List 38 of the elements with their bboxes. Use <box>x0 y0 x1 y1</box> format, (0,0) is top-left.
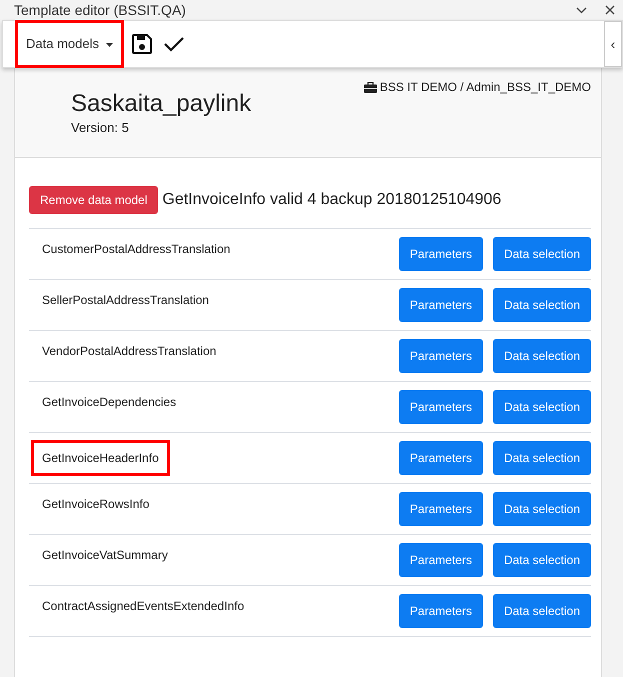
close-icon[interactable] <box>605 5 615 15</box>
parameters-button[interactable]: Parameters <box>398 288 483 322</box>
data-selection-button[interactable]: Data selection <box>492 237 591 271</box>
version-label: Version: 5 <box>71 119 130 137</box>
data-source-name: GetInvoiceVatSummary <box>41 547 169 564</box>
parameters-button[interactable]: Parameters <box>398 339 483 373</box>
data-source-name: ContractAssignedEventsExtendedInfo <box>41 598 246 615</box>
collapse-button[interactable]: ‹ <box>604 21 622 67</box>
data-source-name: VendorPostalAddressTranslation <box>41 343 218 360</box>
remove-data-model-button[interactable]: Remove data model <box>29 186 158 214</box>
parameters-button[interactable]: Parameters <box>398 543 483 577</box>
data-source-name: GetInvoiceRowsInfo <box>41 496 150 513</box>
parameters-button[interactable]: Parameters <box>398 390 483 424</box>
data-source-name: GetInvoiceDependencies <box>41 394 178 411</box>
caret-icon <box>106 42 113 47</box>
save-icon[interactable] <box>132 34 152 54</box>
parameters-button[interactable]: Parameters <box>398 441 483 475</box>
data-selection-button[interactable]: Data selection <box>492 492 591 526</box>
parameters-button[interactable]: Parameters <box>398 492 483 526</box>
data-selection-button[interactable]: Data selection <box>492 288 591 322</box>
data-model-name: GetInvoiceInfo valid 4 backup 20180125104906 <box>162 190 502 210</box>
data-selection-button[interactable]: Data selection <box>492 441 591 475</box>
parameters-button[interactable]: Parameters <box>398 594 483 628</box>
window-title: Template editor (BSSIT.QA) <box>14 2 186 18</box>
template-title: Saskaita_paylink <box>71 90 252 118</box>
chevron-down-icon[interactable] <box>576 6 587 14</box>
data-source-name: SellerPostalAddressTranslation <box>41 292 210 309</box>
data-selection-button[interactable]: Data selection <box>492 390 591 424</box>
data-source-name: GetInvoiceHeaderInfo <box>31 440 170 476</box>
account-label: BSS IT DEMO / Admin_BSS_IT_DEMO <box>380 79 591 96</box>
data-models-dropdown[interactable]: Data models <box>15 20 124 68</box>
parameters-button[interactable]: Parameters <box>398 237 483 271</box>
data-selection-button[interactable]: Data selection <box>492 543 591 577</box>
check-icon[interactable] <box>164 36 184 52</box>
data-selection-button[interactable]: Data selection <box>492 594 591 628</box>
briefcase-icon <box>364 82 377 92</box>
data-selection-button[interactable]: Data selection <box>492 339 591 373</box>
data-source-name: CustomerPostalAddressTranslation <box>41 241 232 258</box>
